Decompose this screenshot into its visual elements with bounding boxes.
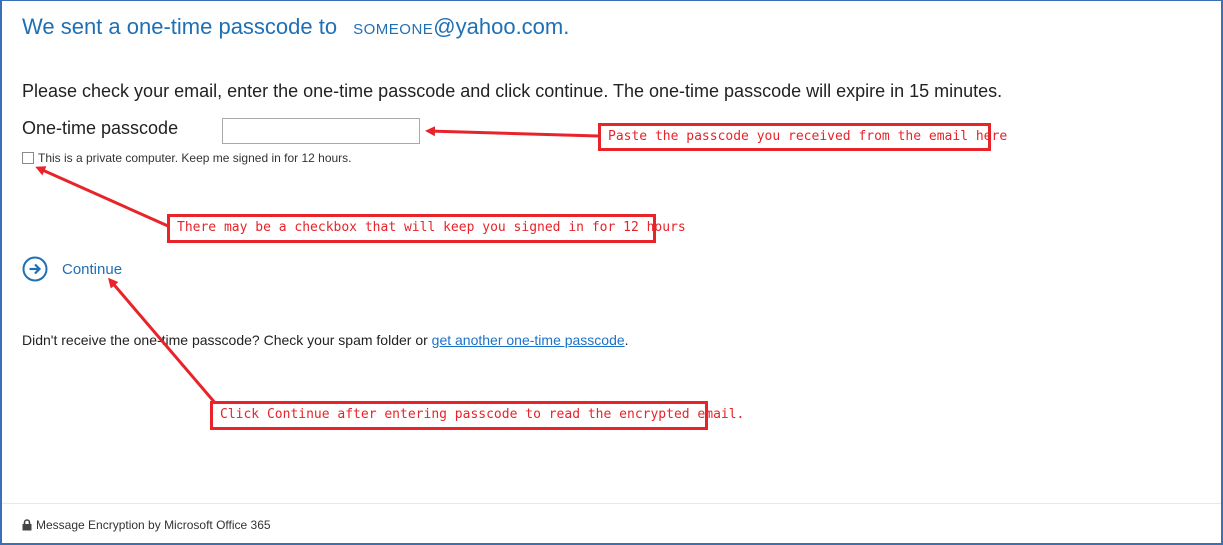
footer-text: Message Encryption by Microsoft Office 3… bbox=[36, 518, 271, 532]
lock-icon bbox=[22, 519, 32, 531]
passcode-label: One-time passcode bbox=[22, 118, 179, 138]
passcode-input[interactable] bbox=[222, 118, 420, 144]
annotation-passcode: Paste the passcode you received from the… bbox=[598, 123, 1007, 151]
continue-label: Continue bbox=[62, 260, 123, 278]
recipient-email-user: SOMEONE bbox=[353, 21, 434, 38]
resend-passcode-link[interactable]: get another one-time passcode bbox=[432, 332, 625, 348]
resend-suffix: . bbox=[624, 332, 629, 348]
recipient-email-domain: @yahoo.com. bbox=[433, 14, 570, 39]
annotation-checkbox: There may be a checkbox that will keep y… bbox=[167, 214, 686, 243]
footer-divider bbox=[2, 503, 1221, 504]
page-title: We sent a one-time passcode to SOMEONE@ya… bbox=[22, 14, 569, 40]
arrow-right-circle-icon bbox=[22, 256, 48, 282]
keep-signed-in-label: This is a private computer. Keep me sign… bbox=[38, 151, 352, 165]
keep-signed-in-checkbox[interactable] bbox=[22, 152, 34, 164]
instructions-text: Please check your email, enter the one-t… bbox=[22, 81, 1003, 101]
continue-button[interactable]: Continue bbox=[22, 254, 122, 284]
page-title-text: We sent a one-time passcode to bbox=[22, 14, 338, 39]
resend-line: Didn't receive the one-time passcode? Ch… bbox=[22, 332, 629, 348]
footer: Message Encryption by Microsoft Office 3… bbox=[22, 518, 271, 532]
annotation-continue: Click Continue after entering passcode t… bbox=[210, 401, 744, 430]
resend-prefix: Didn't receive the one-time passcode? Ch… bbox=[22, 332, 428, 348]
recipient-email: SOMEONE@yahoo.com. bbox=[353, 14, 569, 40]
